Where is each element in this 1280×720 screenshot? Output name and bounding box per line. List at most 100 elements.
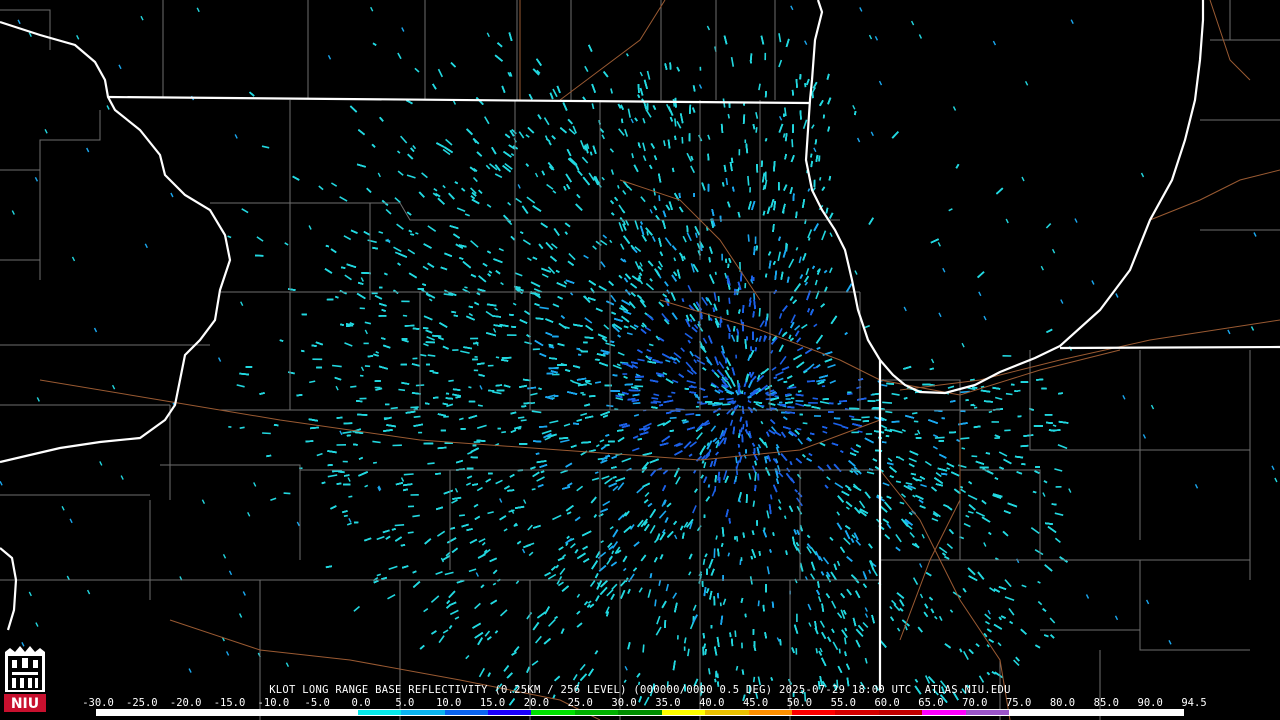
echo-streak: [262, 432, 271, 435]
echo-streak: [520, 419, 527, 422]
echo-streak: [702, 558, 706, 565]
echo-streak: [946, 467, 950, 470]
echo-streak: [973, 406, 978, 409]
echo-streak: [851, 418, 862, 421]
echo-streak: [769, 494, 773, 500]
echo-streak: [752, 676, 756, 683]
echo-streak: [594, 381, 602, 384]
echo-streak: [754, 471, 757, 482]
echo-streak: [407, 531, 414, 534]
echo-streak: [632, 402, 641, 405]
echo-streak: [674, 118, 677, 127]
echo-streak: [715, 535, 718, 540]
echo-streak: [812, 397, 819, 400]
echo-streak: [594, 471, 599, 474]
echo-streak: [495, 356, 500, 359]
echo-streak: [685, 413, 695, 416]
echo-streak: [895, 480, 902, 484]
echo-streak: [735, 665, 739, 671]
echo-streak: [531, 488, 536, 491]
echo-streak: [427, 462, 435, 465]
echo-streak: [683, 637, 687, 644]
echo-streak: [796, 427, 802, 431]
echo-streak: [390, 406, 398, 410]
echo-streak: [717, 295, 720, 302]
echo-streak: [837, 402, 842, 405]
echo-streak: [736, 536, 739, 542]
echo-streak: [372, 440, 381, 444]
radar-map: [0, 0, 1280, 720]
echo-streak: [786, 386, 797, 390]
echo-streak: [727, 552, 731, 557]
echo-streak: [782, 133, 786, 138]
echo-streak: [819, 177, 822, 181]
echo-streak: [802, 422, 808, 425]
echo-streak: [726, 397, 734, 401]
echo-streak: [658, 195, 661, 202]
echo-streak: [464, 286, 468, 289]
echo-streak: [343, 514, 348, 517]
echo-streak: [419, 353, 427, 357]
echo-streak: [734, 630, 737, 637]
echo-streak: [742, 424, 745, 430]
echo-streak: [654, 599, 657, 607]
echo-streak: [757, 600, 760, 607]
echo-streak: [517, 416, 525, 419]
echo-streak: [477, 404, 483, 407]
echo-streak: [755, 127, 758, 133]
echo-streak: [348, 495, 353, 498]
echo-streak: [646, 231, 649, 236]
echo-streak: [702, 395, 709, 398]
echo-streak: [784, 107, 787, 117]
echo-streak: [415, 232, 419, 235]
echo-streak: [815, 648, 818, 654]
echo-streak: [961, 447, 966, 450]
echo-streak: [758, 307, 761, 317]
echo-streak: [375, 351, 379, 354]
echo-streak: [861, 416, 870, 419]
echo-streak: [617, 185, 620, 189]
echo-streak: [413, 415, 421, 418]
echo-streak: [960, 437, 970, 440]
echo-streak: [689, 318, 693, 323]
echo-streak: [722, 403, 731, 406]
echo-streak: [700, 402, 707, 405]
echo-streak: [725, 177, 729, 186]
echo-streak: [372, 461, 378, 464]
echo-streak: [882, 401, 893, 404]
echo-streak: [1005, 392, 1013, 396]
echo-streak: [934, 436, 945, 439]
echo-streak: [753, 293, 756, 301]
echo-streak: [988, 410, 993, 414]
echo-streak: [844, 637, 847, 645]
echo-streak: [774, 395, 779, 398]
echo-streak: [283, 492, 291, 495]
echo-streak: [501, 431, 507, 434]
echo-streak: [838, 648, 841, 654]
echo-streak: [459, 514, 465, 517]
echo-streak: [448, 379, 454, 382]
echo-streak: [727, 113, 730, 119]
echo-streak: [402, 314, 408, 317]
echo-streak: [762, 184, 766, 191]
echo-streak: [410, 406, 419, 409]
echo-streak: [783, 515, 787, 520]
echo-streak: [708, 668, 711, 675]
echo-streak: [651, 397, 659, 400]
echo-streak: [1052, 424, 1057, 428]
echo-streak: [719, 398, 725, 401]
echo-streak: [714, 271, 717, 275]
echo-streak: [332, 364, 342, 368]
echo-streak: [671, 391, 676, 394]
echo-streak: [791, 139, 794, 148]
echo-streak: [669, 416, 677, 419]
echo-streak: [752, 500, 756, 507]
echo-streak: [427, 354, 436, 357]
echo-streak: [747, 175, 750, 186]
echo-streak: [911, 412, 918, 415]
echo-streak: [728, 297, 731, 304]
echo-streak: [403, 473, 414, 476]
echo-streak: [394, 524, 405, 527]
echo-streak: [398, 388, 406, 392]
echo-streak: [350, 385, 357, 388]
